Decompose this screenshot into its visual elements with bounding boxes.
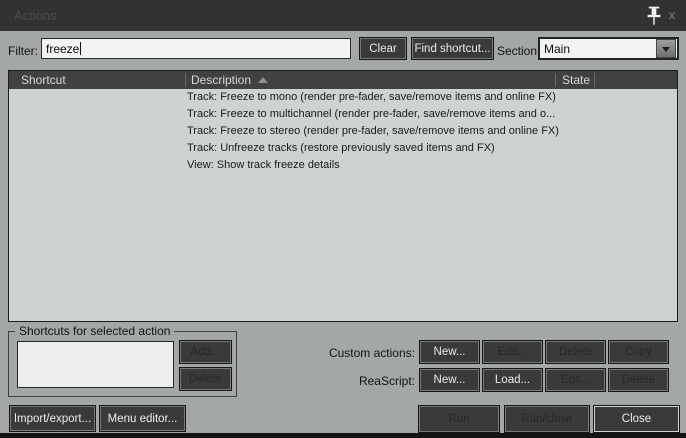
- window-bottom-edge: [0, 433, 686, 438]
- column-header-shortcut[interactable]: Shortcut: [21, 71, 66, 89]
- action-description: Track: Unfreeze tracks (restore previous…: [187, 142, 495, 154]
- find-shortcut-button[interactable]: Find shortcut...: [411, 37, 494, 60]
- close-button[interactable]: Close: [593, 405, 680, 433]
- table-header: Shortcut Description State: [9, 71, 677, 89]
- sort-ascending-icon: [258, 77, 268, 83]
- menu-editor-button[interactable]: Menu editor...: [99, 405, 186, 432]
- run-close-button[interactable]: Run/close: [504, 405, 590, 433]
- filter-input[interactable]: freeze: [41, 38, 351, 59]
- column-divider[interactable]: [594, 73, 595, 87]
- reascript-label: ReaScript:: [358, 374, 415, 388]
- import-export-button[interactable]: Import/export...: [9, 405, 96, 432]
- chevron-down-icon: [662, 46, 670, 56]
- custom-actions-label: Custom actions:: [328, 346, 415, 360]
- action-list[interactable]: Shortcut Description State Track: Freeze…: [8, 70, 678, 322]
- custom-action-edit-button[interactable]: Edit...: [482, 340, 543, 364]
- text-caret: [80, 42, 82, 55]
- delete-shortcut-button[interactable]: Delete: [179, 367, 232, 391]
- close-icon[interactable]: x: [664, 0, 680, 31]
- action-description: Track: Freeze to multichannel (render pr…: [187, 108, 556, 120]
- custom-action-new-button[interactable]: New...: [419, 340, 480, 364]
- actions-dialog: Actions x Filter: freeze Clear Find shor…: [0, 0, 686, 438]
- column-divider[interactable]: [555, 73, 556, 87]
- column-header-state[interactable]: State: [562, 71, 590, 89]
- action-description: Track: Freeze to stereo (render pre-fade…: [187, 125, 559, 137]
- reascript-edit-button[interactable]: Edit...: [545, 368, 606, 392]
- section-selected-value: Main: [544, 41, 571, 56]
- shortcuts-group-title: Shortcuts for selected action: [15, 324, 175, 338]
- table-row[interactable]: View: Show track freeze details: [10, 157, 676, 174]
- shortcut-listbox[interactable]: [17, 341, 174, 388]
- filter-value: freeze: [46, 41, 80, 56]
- add-shortcut-button[interactable]: Add...: [179, 340, 232, 364]
- clear-button[interactable]: Clear: [359, 37, 407, 60]
- window-title: Actions: [14, 8, 57, 23]
- pin-icon[interactable]: [647, 6, 661, 26]
- custom-action-delete-button[interactable]: Delete: [545, 340, 606, 364]
- table-row[interactable]: Track: Freeze to stereo (render pre-fade…: [10, 123, 676, 140]
- table-row[interactable]: Track: Freeze to mono (render pre-fader,…: [10, 89, 676, 106]
- section-dropdown-arrow-button[interactable]: [656, 39, 676, 58]
- title-bar[interactable]: Actions x: [0, 0, 686, 31]
- custom-action-copy-button[interactable]: Copy: [608, 340, 669, 364]
- shortcuts-group: Shortcuts for selected action Add... Del…: [8, 324, 237, 397]
- reascript-load-button[interactable]: Load...: [482, 368, 543, 392]
- filter-label: Filter:: [8, 44, 38, 58]
- reascript-delete-button[interactable]: Delete: [608, 368, 669, 392]
- column-header-description[interactable]: Description: [191, 71, 251, 89]
- table-row[interactable]: Track: Freeze to multichannel (render pr…: [10, 106, 676, 123]
- run-button[interactable]: Run: [418, 405, 500, 433]
- action-description: Track: Freeze to mono (render pre-fader,…: [187, 91, 556, 103]
- section-label: Section:: [497, 44, 541, 58]
- column-divider[interactable]: [185, 73, 186, 87]
- reascript-new-button[interactable]: New...: [419, 368, 480, 392]
- action-description: View: Show track freeze details: [187, 159, 340, 171]
- table-row[interactable]: Track: Unfreeze tracks (restore previous…: [10, 140, 676, 157]
